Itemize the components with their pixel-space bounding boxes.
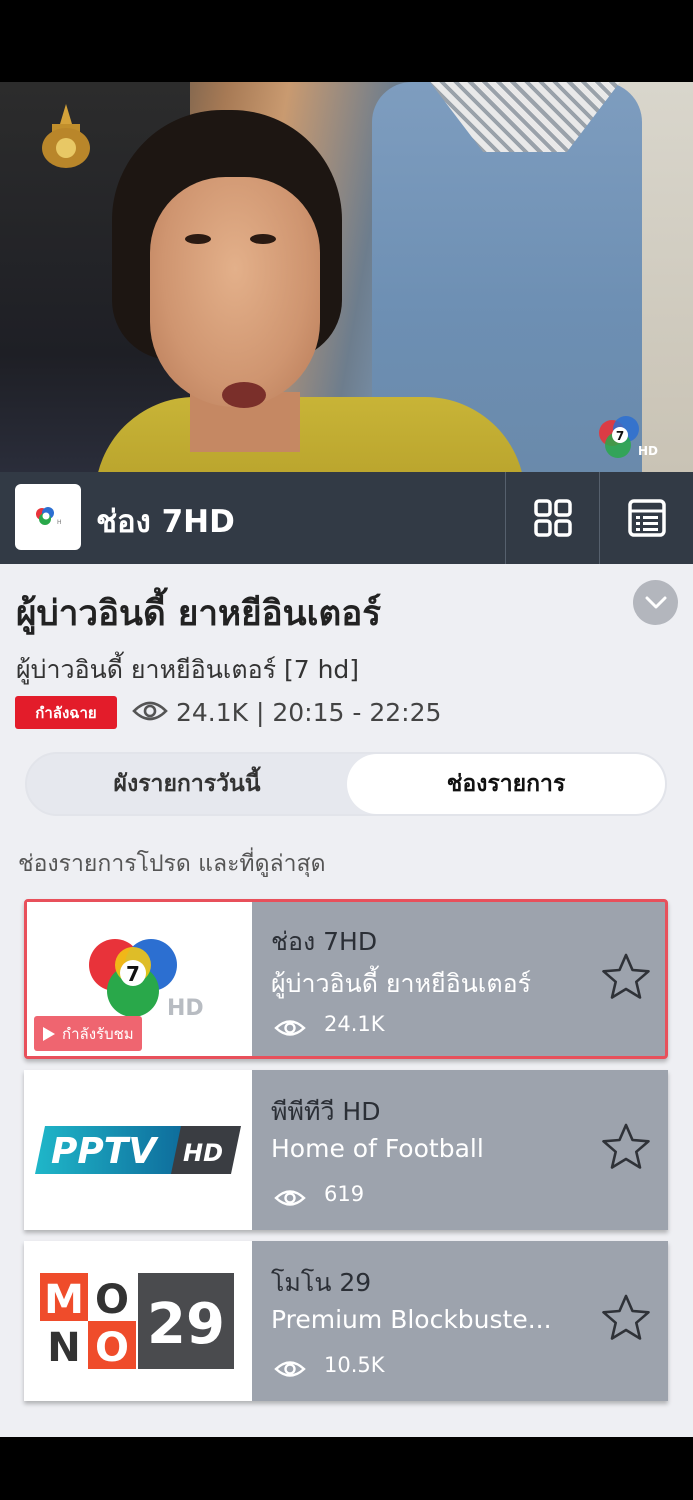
play-icon xyxy=(43,1026,55,1041)
channel-program: ผู้บ่าวอินดี้ ยาหยีอินเตอร์ xyxy=(271,969,532,998)
pptv-logo-text: PPTV xyxy=(51,1131,159,1172)
svg-text:O: O xyxy=(95,1325,129,1371)
svg-text:HD: HD xyxy=(167,996,204,1021)
favorite-star-icon[interactable] xyxy=(600,952,652,1002)
grid-icon xyxy=(533,499,572,537)
channel-name: ช่อง 7HD xyxy=(271,927,378,956)
svg-text:HD: HD xyxy=(638,444,658,458)
channel-thumbnail: 7 HD กำลังรับชม xyxy=(27,902,252,1056)
grid-view-button[interactable] xyxy=(506,472,599,564)
svg-text:N: N xyxy=(47,1325,80,1371)
video-player[interactable]: 7 HD xyxy=(0,82,693,472)
program-list-button[interactable] xyxy=(600,472,693,564)
royal-emblem-icon xyxy=(42,104,90,168)
video-frame-detail xyxy=(222,382,266,408)
pptv-logo-suffix: HD xyxy=(183,1139,223,1167)
channel-program: Premium Blockbuste... xyxy=(271,1305,552,1334)
channel-program: Home of Football xyxy=(271,1134,484,1163)
svg-text:7: 7 xyxy=(126,962,140,986)
pptv-logo-icon: PPTV HD xyxy=(35,1126,241,1174)
tab-channels[interactable]: ช่องรายการ xyxy=(347,754,665,814)
channel-thumbnail: M O N O 29 xyxy=(24,1241,252,1401)
channel-card[interactable]: PPTV HD พีพีทีวี HD Home of Football 619 xyxy=(24,1070,668,1230)
video-frame-detail xyxy=(185,234,211,244)
channel-views: 619 xyxy=(324,1182,365,1206)
channel-card[interactable]: M O N O 29 โมโน 29 Premium Blockbuste...… xyxy=(24,1241,668,1401)
channel-logo: HD xyxy=(15,484,81,550)
mono29-logo-number: 29 xyxy=(147,1292,225,1357)
live-badge: กำลังฉาย xyxy=(15,696,117,729)
channel-name: โมโน 29 xyxy=(271,1268,372,1297)
tab-switcher: ผังรายการวันนี้ ช่องรายการ xyxy=(25,752,667,816)
video-frame-face xyxy=(150,177,320,407)
favorite-star-icon[interactable] xyxy=(600,1122,652,1172)
channel-card[interactable]: 7 HD กำลังรับชม ช่อง 7HD ผู้บ่าวอินดี้ ย… xyxy=(24,899,668,1059)
collapse-button[interactable] xyxy=(633,580,678,625)
tab-today-schedule[interactable]: ผังรายการวันนี้ xyxy=(27,754,347,814)
favorite-star-icon[interactable] xyxy=(600,1293,652,1343)
navigation-bar-area xyxy=(0,1437,693,1500)
channel-views: 24.1K xyxy=(324,1012,385,1036)
channel-views: 10.5K xyxy=(324,1353,385,1377)
eye-icon xyxy=(274,1190,306,1206)
program-title: ผู้บ่าวอินดี้ ยาหยีอินเตอร์ xyxy=(16,594,382,634)
program-detail-panel: ผู้บ่าวอินดี้ ยาหยีอินเตอร์ ผู้บ่าวอินดี… xyxy=(0,564,693,1437)
list-icon xyxy=(627,499,666,537)
svg-text:HD: HD xyxy=(57,519,62,526)
section-title: ช่องรายการโปรด และที่ดูล่าสุด xyxy=(18,851,326,877)
mono29-logo-icon: M O N O 29 xyxy=(40,1273,234,1371)
program-subtitle: ผู้บ่าวอินดี้ ยาหยีอินเตอร์ [7 hd] xyxy=(16,655,360,684)
svg-text:7: 7 xyxy=(616,429,624,443)
svg-text:O: O xyxy=(95,1277,129,1323)
view-count-and-time: 24.1K | 20:15 - 22:25 xyxy=(176,698,442,727)
video-frame-detail xyxy=(250,234,276,244)
ch7-logo-icon: HD xyxy=(36,507,62,526)
channel-thumbnail: PPTV HD xyxy=(24,1070,252,1230)
channel-title: ช่อง 7HD xyxy=(96,504,235,540)
ch7-logo-icon: 7 HD xyxy=(88,939,204,1021)
chevron-down-icon xyxy=(645,596,666,608)
eye-icon xyxy=(132,701,168,721)
svg-text:M: M xyxy=(44,1277,84,1323)
now-watching-badge: กำลังรับชม xyxy=(34,1016,142,1051)
ch7-watermark-icon: 7 HD xyxy=(599,416,658,458)
now-watching-label: กำลังรับชม xyxy=(62,1024,134,1043)
eye-icon xyxy=(274,1361,306,1377)
status-bar-area xyxy=(0,0,693,82)
eye-icon xyxy=(274,1020,306,1036)
channel-name: พีพีทีวี HD xyxy=(271,1097,381,1126)
video-frame-figure xyxy=(95,397,525,472)
